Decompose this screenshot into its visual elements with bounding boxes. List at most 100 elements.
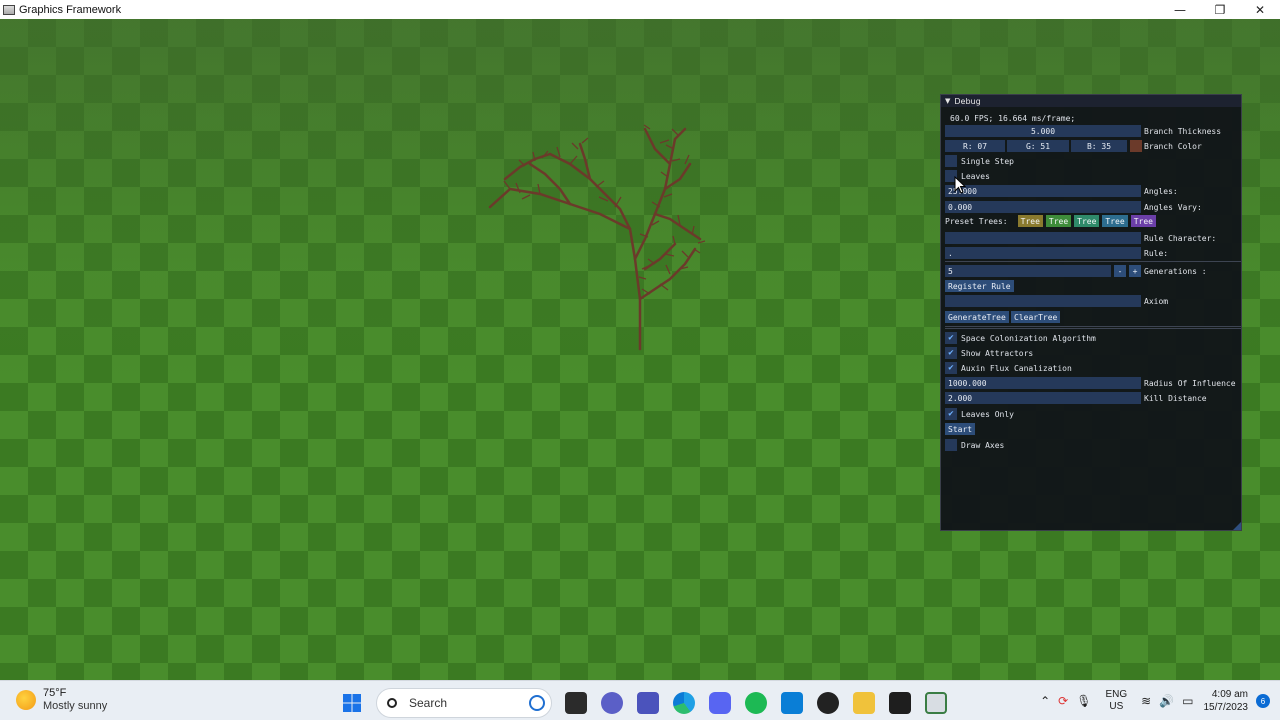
github-icon[interactable]: [817, 692, 839, 714]
weather-temperature: 75°F: [43, 687, 67, 699]
draw-axes-label: Draw Axes: [961, 440, 1005, 450]
mouse-cursor-icon: [954, 176, 966, 194]
app-icon: [3, 4, 15, 15]
auxin-flux-row[interactable]: ✔ Auxin Flux Canalization: [945, 362, 1072, 374]
show-attractors-row[interactable]: ✔ Show Attractors: [945, 347, 1033, 359]
rule-character-label: Rule Character:: [1144, 233, 1217, 243]
region-code: US: [1109, 701, 1124, 712]
draw-axes-row[interactable]: Draw Axes: [945, 439, 1004, 451]
single-step-checkbox[interactable]: [945, 155, 957, 167]
space-colonization-label: Space Colonization Algorithm: [961, 333, 1096, 343]
branch-color-r-field[interactable]: R: 07: [945, 140, 1005, 152]
language-indicator[interactable]: ENG US: [1105, 689, 1127, 713]
kill-distance-label: Kill Distance: [1144, 393, 1207, 403]
start-menu-icon[interactable]: [341, 692, 363, 714]
debug-panel-title: Debug: [954, 96, 981, 106]
minimize-button[interactable]: —: [1160, 0, 1200, 19]
generations-decrement-button[interactable]: -: [1114, 265, 1126, 277]
wifi-icon[interactable]: ≋: [1141, 694, 1151, 708]
preset-tree-button-1[interactable]: Tree: [1017, 215, 1043, 227]
battery-icon[interactable]: ▭: [1182, 694, 1193, 708]
weather-condition: Mostly sunny: [43, 700, 108, 712]
radius-of-influence-slider[interactable]: 1000.000: [945, 377, 1141, 389]
rule-label: Rule:: [1144, 248, 1169, 258]
debug-panel[interactable]: ▼ Debug 60.0 FPS; 16.664 ms/frame; 5.000…: [940, 94, 1242, 531]
window-title: Graphics Framework: [19, 3, 122, 16]
spotify-icon[interactable]: [745, 692, 767, 714]
teams-icon[interactable]: [637, 692, 659, 714]
preset-tree-button-5[interactable]: Tree: [1130, 215, 1156, 227]
discord-icon[interactable]: [709, 692, 731, 714]
preset-trees-label: Preset Trees:: [945, 216, 1008, 226]
weather-widget[interactable]: 75°F Mostly sunny: [16, 687, 107, 713]
separator: [945, 326, 1241, 327]
preset-tree-button-4[interactable]: Tree: [1102, 215, 1128, 227]
volume-icon[interactable]: 🔊: [1159, 694, 1174, 708]
generations-input[interactable]: 5: [945, 265, 1111, 277]
branch-color-swatch[interactable]: [1130, 140, 1142, 152]
branch-color-b-field[interactable]: B: 35: [1071, 140, 1127, 152]
separator: [945, 328, 1241, 329]
auxin-flux-label: Auxin Flux Canalization: [961, 363, 1072, 373]
single-step-label: Single Step: [961, 156, 1014, 166]
branch-color-g-field[interactable]: G: 51: [1007, 140, 1069, 152]
chevron-up-icon[interactable]: ⌃: [1040, 694, 1050, 708]
kill-distance-slider[interactable]: 2.000: [945, 392, 1141, 404]
leaves-only-checkbox[interactable]: ✔: [945, 408, 957, 420]
leaves-row[interactable]: Leaves: [945, 170, 990, 182]
edge-browser-icon[interactable]: [673, 692, 695, 714]
show-attractors-checkbox[interactable]: ✔: [945, 347, 957, 359]
sync-icon[interactable]: ⟳: [1058, 694, 1068, 708]
show-attractors-label: Show Attractors: [961, 348, 1034, 358]
radius-of-influence-label: Radius Of Influence: [1144, 378, 1236, 388]
taskbar-search[interactable]: Search: [376, 688, 552, 718]
clear-tree-button[interactable]: ClearTree: [1011, 311, 1061, 323]
separator: [945, 261, 1241, 262]
task-view-icon[interactable]: [565, 692, 587, 714]
notification-badge[interactable]: 6: [1256, 694, 1270, 708]
leaves-only-row[interactable]: ✔ Leaves Only: [945, 408, 1014, 420]
maximize-button[interactable]: ❐: [1200, 0, 1240, 19]
sun-icon: [16, 690, 36, 710]
angles-slider[interactable]: 25.000: [945, 185, 1141, 197]
angles-vary-slider[interactable]: 0.000: [945, 201, 1141, 213]
branch-thickness-label: Branch Thickness: [1144, 126, 1222, 136]
terminal-icon[interactable]: [889, 692, 911, 714]
chat-icon[interactable]: [601, 692, 623, 714]
window-titlebar: Graphics Framework — ❐ ✕: [0, 0, 1280, 19]
microphone-icon[interactable]: 🎙: [1076, 694, 1091, 708]
preset-trees-row: Preset Trees: Tree Tree Tree Tree Tree: [945, 215, 1159, 227]
branch-thickness-slider[interactable]: 5.000: [945, 125, 1141, 137]
debug-panel-header[interactable]: ▼ Debug: [941, 95, 1241, 107]
resize-grip-icon[interactable]: [1233, 522, 1241, 530]
bing-icon[interactable]: [529, 695, 545, 711]
close-button[interactable]: ✕: [1240, 0, 1280, 19]
clock-time: 4:09 am: [1211, 689, 1248, 700]
register-rule-button[interactable]: Register Rule: [945, 280, 1014, 292]
draw-axes-checkbox[interactable]: [945, 439, 957, 451]
search-placeholder: Search: [409, 696, 448, 710]
collapse-arrow-icon[interactable]: ▼: [945, 97, 950, 105]
generations-increment-button[interactable]: +: [1129, 265, 1141, 277]
system-tray: ⌃ ⟳ 🎙 ENG US ≋ 🔊 ▭ 4:09 am 15/7/2023 6: [1036, 681, 1280, 720]
rule-character-input[interactable]: [945, 232, 1141, 244]
auxin-flux-checkbox[interactable]: ✔: [945, 362, 957, 374]
vscode-icon[interactable]: [781, 692, 803, 714]
taskbar-apps: Search: [334, 688, 954, 718]
branch-color-label: Branch Color: [1144, 141, 1202, 151]
start-button[interactable]: Start: [945, 423, 976, 435]
angles-label: Angles:: [1144, 186, 1178, 196]
space-colonization-row[interactable]: ✔ Space Colonization Algorithm: [945, 332, 1096, 344]
axiom-input[interactable]: [945, 295, 1141, 307]
graphics-framework-taskbar-icon[interactable]: [925, 692, 947, 714]
preset-tree-button-2[interactable]: Tree: [1045, 215, 1072, 227]
clock[interactable]: 4:09 am 15/7/2023: [1204, 688, 1249, 714]
rule-input[interactable]: .: [945, 247, 1141, 259]
leaves-only-label: Leaves Only: [961, 409, 1014, 419]
preset-tree-button-3[interactable]: Tree: [1074, 215, 1100, 227]
file-explorer-icon[interactable]: [853, 692, 875, 714]
generate-tree-button[interactable]: GenerateTree: [945, 311, 1009, 323]
space-colonization-checkbox[interactable]: ✔: [945, 332, 957, 344]
single-step-row[interactable]: Single Step: [945, 155, 1014, 167]
axiom-label: Axiom: [1144, 296, 1169, 306]
